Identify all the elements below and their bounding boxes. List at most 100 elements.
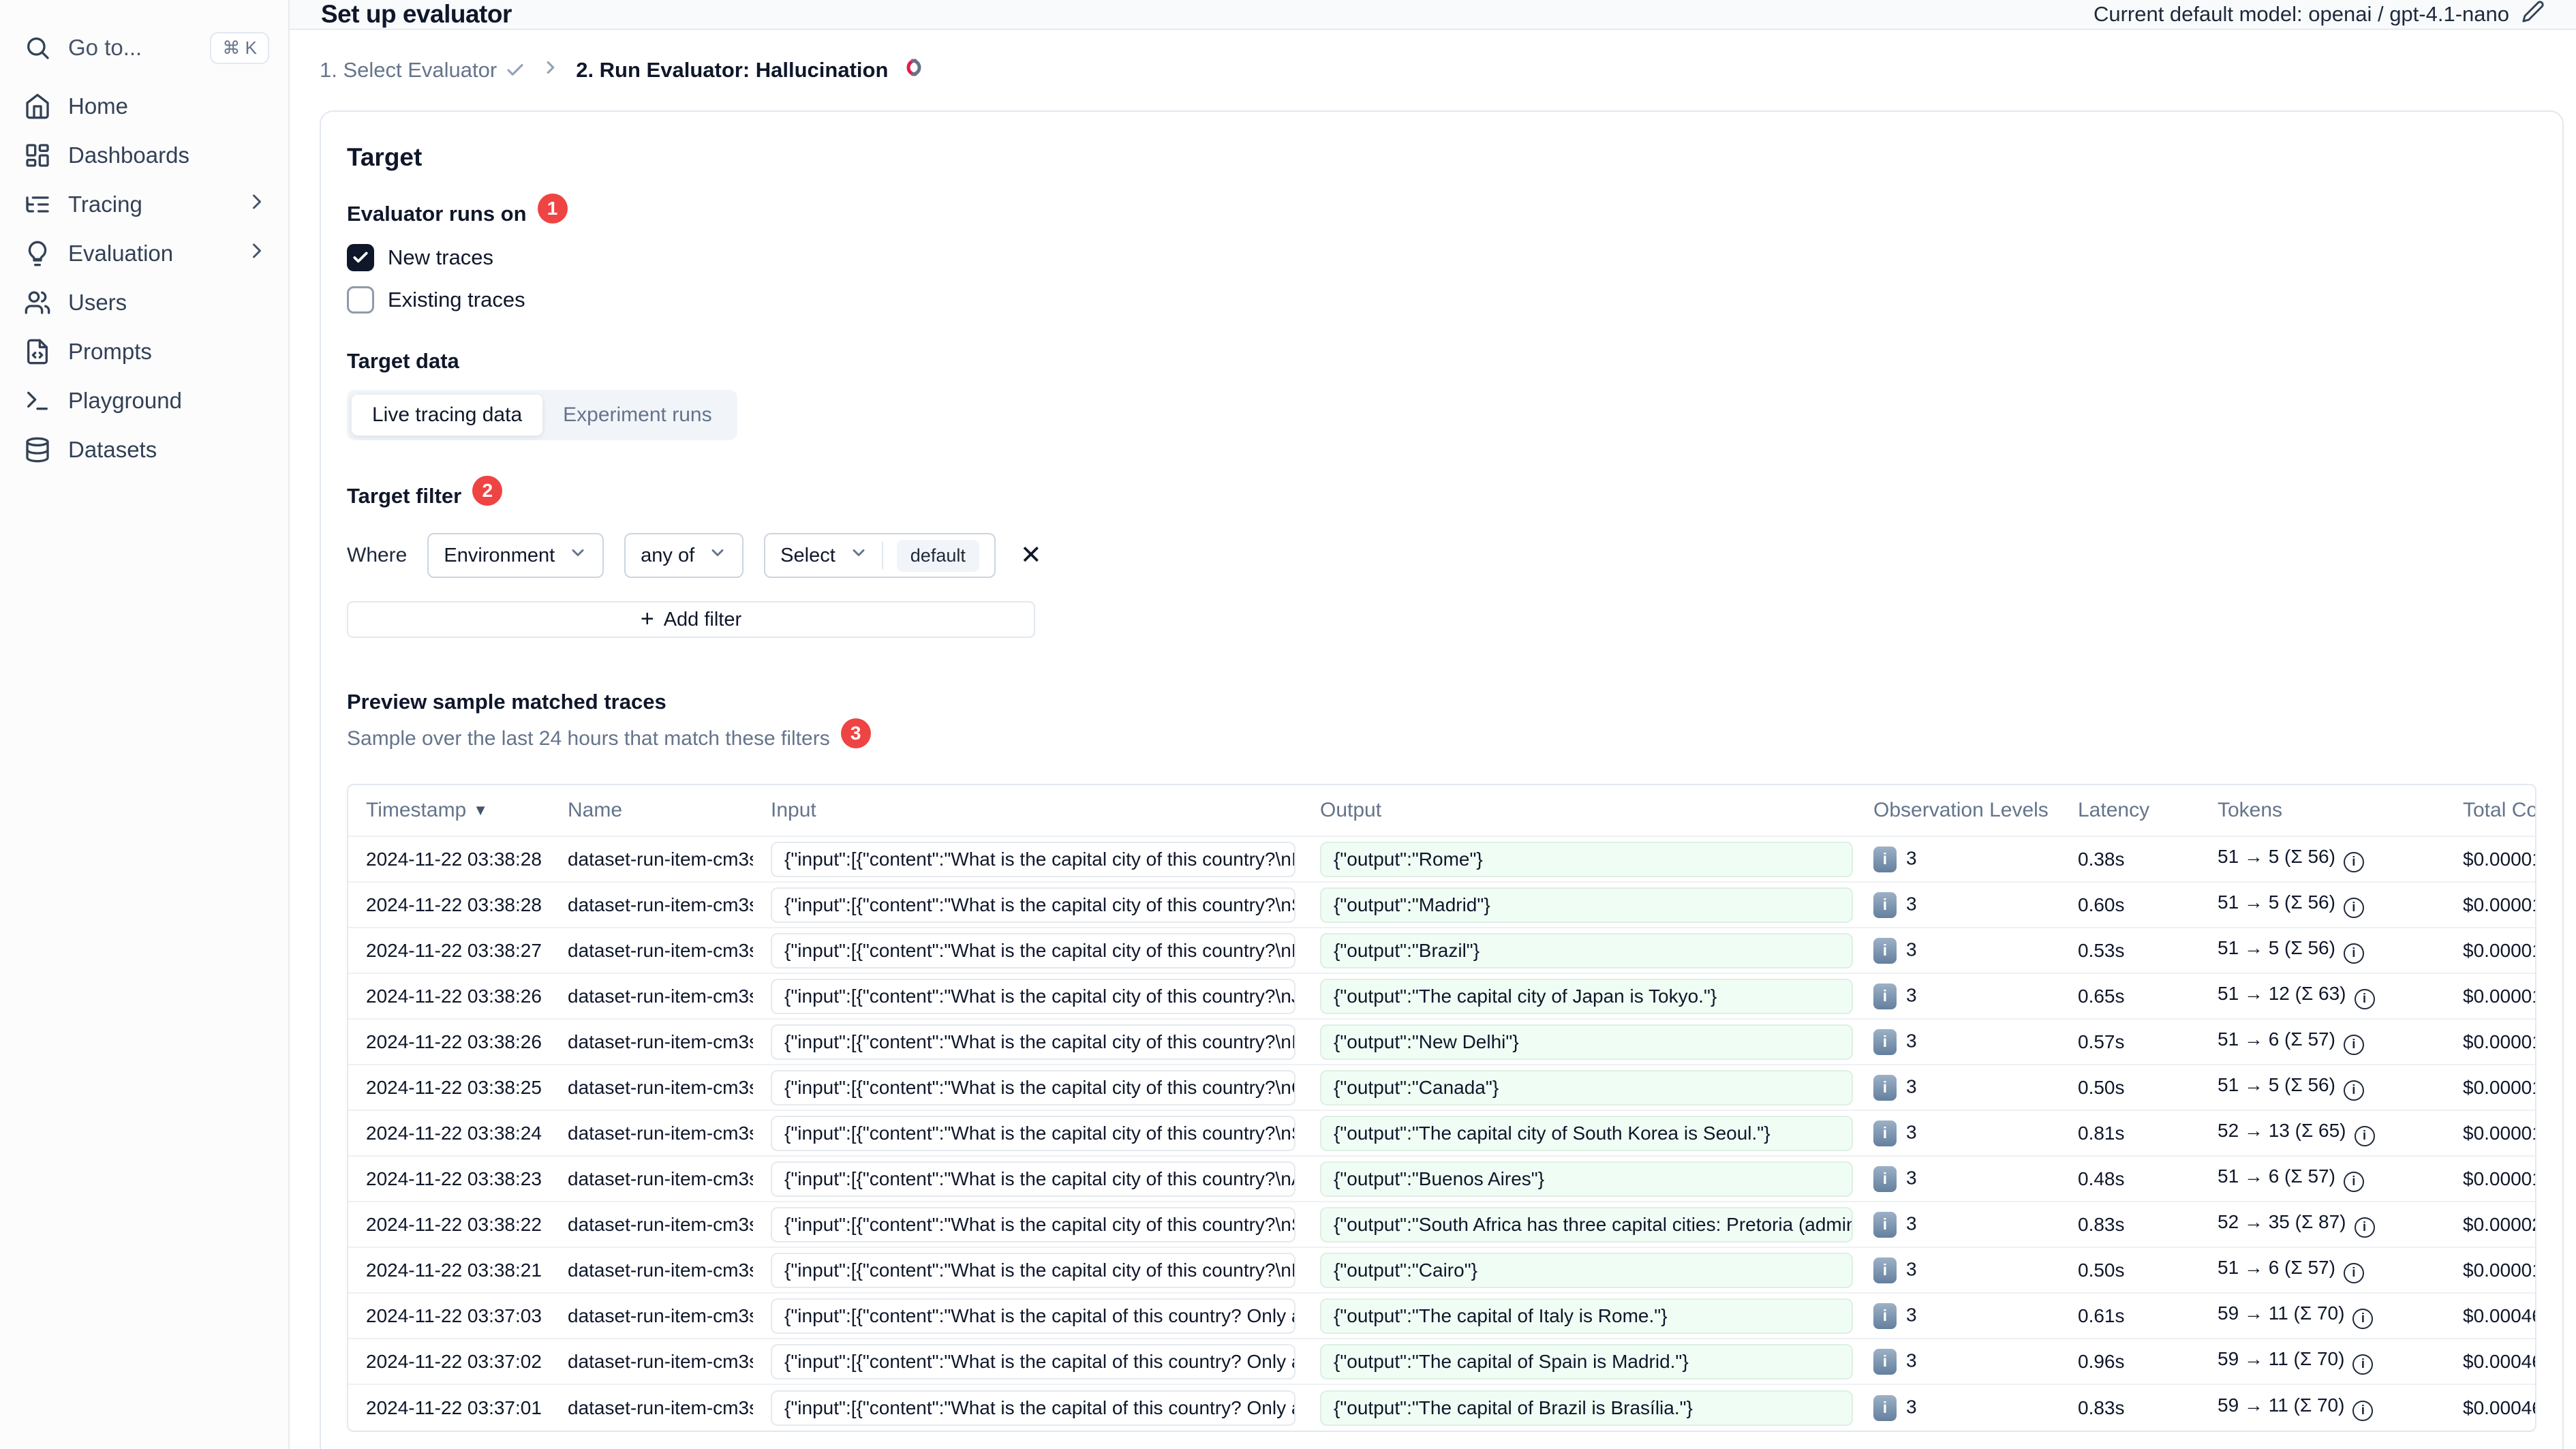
- trace-tokens-value: 51 → 6 (Σ 57): [2218, 1028, 2335, 1050]
- trace-row[interactable]: 2024-11-22 03:38:28 dataset-run-item-cm3s…: [348, 883, 2535, 928]
- filter-column-select[interactable]: Environment: [427, 533, 604, 578]
- breadcrumb-step1[interactable]: 1. Select Evaluator: [320, 58, 525, 82]
- column-header-latency[interactable]: Latency: [2060, 799, 2200, 822]
- trace-row[interactable]: 2024-11-22 03:37:01 dataset-run-item-cm3s…: [348, 1385, 2535, 1431]
- trace-row[interactable]: 2024-11-22 03:38:26 dataset-run-item-cm3s…: [348, 1020, 2535, 1065]
- trace-row[interactable]: 2024-11-22 03:38:21 dataset-run-item-cm3s…: [348, 1248, 2535, 1294]
- sidebar-item-playground[interactable]: Playground: [23, 376, 269, 425]
- trace-preview-table: Timestamp ▼ Name Input Output Observation…: [347, 784, 2536, 1432]
- trace-row[interactable]: 2024-11-22 03:38:28 dataset-run-item-cm3s…: [348, 837, 2535, 883]
- column-header-tokens[interactable]: Tokens: [2200, 799, 2445, 822]
- trace-row[interactable]: 2024-11-22 03:37:03 dataset-run-item-cm3s…: [348, 1294, 2535, 1339]
- sidebar-item-label: Users: [68, 290, 127, 315]
- checkbox-existing-traces[interactable]: Existing traces: [347, 286, 2536, 314]
- trace-output-cell: {"output":"New Delhi"}: [1302, 1024, 1856, 1060]
- column-header-observation-levels[interactable]: Observation Levels: [1856, 799, 2060, 822]
- trace-timestamp: 2024-11-22 03:37:03: [366, 1305, 542, 1326]
- trace-output-cell: {"output":"Buenos Aires"}: [1302, 1161, 1856, 1197]
- chevron-right-icon: [245, 189, 269, 219]
- database-icon: [23, 436, 52, 464]
- trace-total-cost: $0.000015: [2463, 985, 2535, 1007]
- trace-row[interactable]: 2024-11-22 03:38:23 dataset-run-item-cm3s…: [348, 1157, 2535, 1202]
- trace-output-cell: {"output":"The capital of Brazil is Bras…: [1302, 1390, 1856, 1426]
- column-header-name[interactable]: Name: [550, 799, 753, 822]
- edit-pencil-icon[interactable]: [2521, 0, 2545, 29]
- sidebar-item-label: Evaluation: [68, 241, 174, 266]
- trace-output-cell: {"output":"Brazil"}: [1302, 932, 1856, 968]
- lightbulb-icon: [23, 239, 52, 268]
- chevron-down-icon: [708, 543, 727, 568]
- trace-timestamp: 2024-11-22 03:38:26: [366, 985, 542, 1007]
- trace-output-json: {"output":"Brazil"}: [1320, 932, 1853, 968]
- observation-levels-count: 3: [1906, 1212, 1917, 1234]
- trace-latency: 0.50s: [2078, 1259, 2125, 1281]
- column-header-timestamp[interactable]: Timestamp ▼: [348, 799, 550, 822]
- trace-row[interactable]: 2024-11-22 03:38:27 dataset-run-item-cm3s…: [348, 928, 2535, 974]
- trace-output-cell: {"output":"Rome"}: [1302, 841, 1856, 877]
- sidebar-item-datasets[interactable]: Datasets: [23, 425, 269, 474]
- trace-timestamp: 2024-11-22 03:37:02: [366, 1350, 542, 1372]
- trace-latency: 0.60s: [2078, 894, 2125, 915]
- trace-tokens-value: 52 → 35 (Σ 87): [2218, 1211, 2346, 1232]
- column-header-output[interactable]: Output: [1302, 799, 1856, 822]
- trace-tokens-value: 51 → 6 (Σ 57): [2218, 1165, 2335, 1187]
- trace-row[interactable]: 2024-11-22 03:37:02 dataset-run-item-cm3s…: [348, 1339, 2535, 1385]
- trace-table-body: 2024-11-22 03:38:28 dataset-run-item-cm3s…: [348, 837, 2535, 1431]
- trace-output-json: {"output":"The capital of Italy is Rome.…: [1320, 1298, 1853, 1334]
- trace-observation-levels: i3: [1856, 891, 2060, 918]
- trace-row[interactable]: 2024-11-22 03:38:22 dataset-run-item-cm3s…: [348, 1202, 2535, 1248]
- list-tree-icon: [23, 190, 52, 219]
- trace-tokens: 51 → 5 (Σ 56) i: [2200, 1074, 2445, 1101]
- add-filter-button[interactable]: + Add filter: [347, 601, 1035, 638]
- goto-search[interactable]: Go to... ⌘ K: [23, 23, 269, 72]
- observation-levels-icon: i: [1873, 1120, 1897, 1146]
- trace-latency: 0.83s: [2078, 1213, 2125, 1235]
- breadcrumb-step1-label: 1. Select Evaluator: [320, 58, 497, 82]
- trace-total-cost: $0.00046 (: [2463, 1305, 2536, 1326]
- trace-row[interactable]: 2024-11-22 03:38:24 dataset-run-item-cm3s…: [348, 1111, 2535, 1157]
- trace-input-cell: {"input":[{"content":"What is the capita…: [753, 978, 1302, 1014]
- info-icon: i: [2354, 989, 2375, 1009]
- checkbox-checked-icon[interactable]: [347, 244, 374, 271]
- home-icon: [23, 92, 52, 121]
- evaluator-runs-on-label: Evaluator runs on 1: [347, 194, 2536, 229]
- trace-observation-levels: i3: [1856, 1348, 2060, 1375]
- sidebar-item-label: Prompts: [68, 339, 152, 364]
- trace-tokens-value: 51 → 5 (Σ 56): [2218, 891, 2335, 913]
- column-header-total-cost[interactable]: Total Cost: [2445, 799, 2535, 822]
- trace-input-json: {"input":[{"content":"What is the capita…: [771, 1206, 1295, 1242]
- trace-name: dataset-run-item-cm3s4: [568, 1031, 753, 1052]
- sidebar-item-prompts[interactable]: Prompts: [23, 327, 269, 376]
- tab-experiment-runs[interactable]: Experiment runs: [542, 395, 732, 436]
- trace-output-json: {"output":"The capital of Spain is Madri…: [1320, 1343, 1853, 1379]
- checkbox-unchecked-icon[interactable]: [347, 286, 374, 314]
- divider: [881, 542, 883, 569]
- trace-latency: 0.65s: [2078, 985, 2125, 1007]
- column-header-input[interactable]: Input: [753, 799, 1302, 822]
- sidebar-item-home[interactable]: Home: [23, 82, 269, 131]
- filter-operator-select[interactable]: any of: [624, 533, 744, 578]
- sidebar-item-dashboards[interactable]: Dashboards: [23, 131, 269, 180]
- sidebar-item-evaluation[interactable]: Evaluation: [23, 229, 269, 278]
- trace-latency: 0.96s: [2078, 1350, 2125, 1372]
- trace-row[interactable]: 2024-11-22 03:38:26 dataset-run-item-cm3s…: [348, 974, 2535, 1020]
- trace-output-cell: {"output":"The capital of Spain is Madri…: [1302, 1343, 1856, 1379]
- sidebar-item-tracing[interactable]: Tracing: [23, 180, 269, 229]
- filter-operator-value: any of: [641, 544, 695, 566]
- trace-name: dataset-run-item-cm3s4: [568, 1168, 753, 1189]
- observation-levels-icon: i: [1873, 1028, 1897, 1055]
- trace-name: dataset-run-item-cm3s4: [568, 848, 753, 870]
- sidebar-item-users[interactable]: Users: [23, 278, 269, 327]
- trace-output-json: {"output":"Buenos Aires"}: [1320, 1161, 1853, 1197]
- checkbox-new-traces[interactable]: New traces: [347, 244, 2536, 271]
- tab-live-tracing-data[interactable]: Live tracing data: [352, 395, 543, 436]
- trace-latency: 0.81s: [2078, 1122, 2125, 1144]
- remove-filter-button[interactable]: ✕: [1020, 543, 1042, 568]
- trace-output-cell: {"output":"The capital of Italy is Rome.…: [1302, 1298, 1856, 1334]
- trace-timestamp: 2024-11-22 03:37:01: [366, 1397, 542, 1418]
- trace-input-json: {"input":[{"content":"What is the capita…: [771, 1115, 1295, 1151]
- chevron-right-icon: [245, 239, 269, 269]
- filter-value-select[interactable]: Select default: [764, 533, 996, 578]
- chevron-down-icon: [568, 543, 587, 568]
- trace-row[interactable]: 2024-11-22 03:38:25 dataset-run-item-cm3s…: [348, 1065, 2535, 1111]
